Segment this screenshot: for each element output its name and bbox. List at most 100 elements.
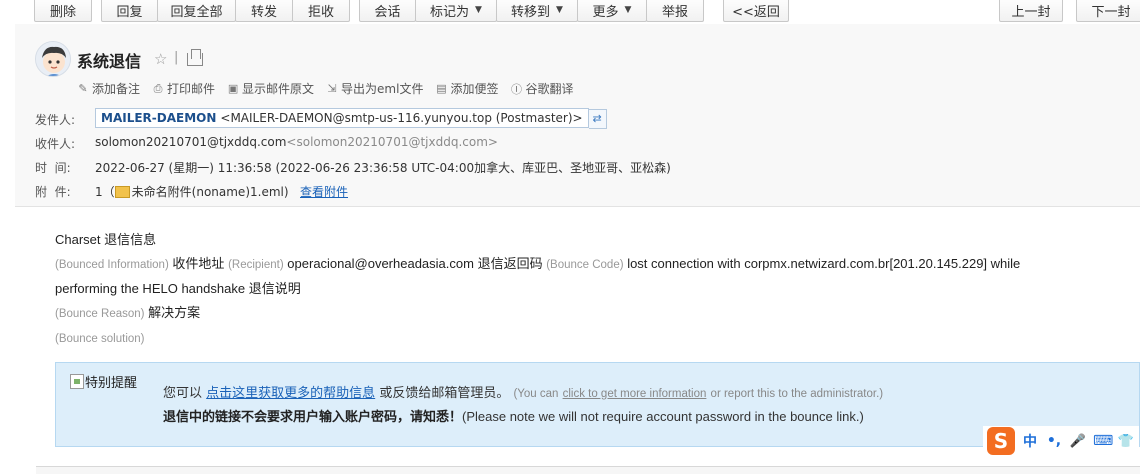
forward-button[interactable]: 转发 [235,0,293,22]
handshake-text: performing the HELO handshake [55,281,246,296]
bottom-scroll-area [36,466,1140,474]
broken-image-icon [70,374,84,389]
mail-header: 系统退信 ☆ | ✎ 添加备注 ⎙ 打印邮件 ▣ 显示邮件原文 ⇲ 导出为eml文件 ▤… [15,24,1140,207]
delete-button[interactable]: 删除 [34,0,92,22]
recipient-cn: 收件地址 [172,255,225,271]
source-icon: ▣ [227,82,239,95]
attachment-file-icon [114,186,130,198]
help-link-en[interactable]: click to get more information [563,388,707,400]
reply-all-button[interactable]: 回复全部 [157,0,236,22]
conversation-button[interactable]: 会话 [359,0,416,22]
export-eml-action[interactable]: ⇲ 导出为eml文件 [326,80,423,97]
view-attachment-link[interactable]: 查看附件 [300,185,348,199]
attachment-value: 1（ 未命名附件(noname)1.eml) 查看附件 [95,185,349,199]
ime-toolbar: S 中 •, 🎤 ⌨ 👕 [983,426,1139,456]
report-button[interactable]: 举报 [646,0,704,22]
more-button[interactable]: 更多 ▼ [577,0,647,22]
move-to-button[interactable]: 转移到 ▼ [496,0,578,22]
sender-box[interactable]: MAILER-DAEMON <MAILER-DAEMON@smtp-us-116.… [95,108,589,128]
attachment-count: 1 [95,185,103,199]
time-label: 时 间: [35,161,71,175]
recipient-en: (Recipient) [228,258,284,271]
skin-icon[interactable]: 👕 [1117,434,1135,449]
export-icon: ⇲ [327,82,337,95]
solution-en: (Bounce solution) [55,333,145,345]
bounce-code-value: lost connection with corpmx.netwizard.co… [627,255,1021,271]
to-value[interactable]: solomon20210701@tjxddq.com<solomon202107… [95,135,498,149]
mail-body: Charset 退信信息 (Bounced Information) 收件地址 … [55,228,1115,352]
bounced-info-en: (Bounced Information) [55,258,169,271]
dropdown-arrow-icon: ▼ [475,5,482,15]
show-source-label: 显示邮件原文 [242,82,315,96]
solution-cn: 解决方案 [148,304,201,320]
dropdown-arrow-icon: ▼ [556,5,563,15]
add-note-action[interactable]: ▤ 添加便签 [435,80,498,97]
star-icon[interactable]: ☆ [154,50,167,68]
recipient-name: solomon20210701@tjxddq.com [95,135,287,149]
note-icon: ▤ [436,82,447,95]
help-link[interactable]: 点击这里获取更多的帮助信息 [206,386,375,401]
back-label: <<返回 [732,4,780,20]
bounce-code-en: (Bounce Code) [546,258,624,271]
notice-image: 特别提醒 [70,372,137,391]
translate-icon: Ⓘ [510,82,522,96]
back-button[interactable]: <<返回 [723,0,789,22]
mail-toolbar: 删除 回复 回复全部 转发 拒收 会话 标记为 ▼ 转移到 ▼ 更多 ▼ 举报 <<返… [0,0,1140,24]
keyboard-icon[interactable]: ⌨ [1093,433,1113,449]
translate-action[interactable]: Ⓘ 谷歌翻译 [510,80,574,97]
reply-all-label: 回复全部 [170,4,223,20]
avatar-face-icon [36,42,70,76]
reject-label: 拒收 [307,4,334,20]
body-line-2: (Bounced Information) 收件地址 (Recipient) o… [55,252,1115,278]
time-value: 2022-06-27 (星期一) 11:36:58 (2022-06-26 23… [95,161,671,175]
pencil-icon: ✎ [78,82,88,95]
reply-button[interactable]: 回复 [101,0,158,22]
notice-warning-en: (Please note we will not require account… [462,409,864,424]
avatar[interactable] [35,41,71,77]
more-label: 更多 [592,4,619,20]
notice-suffix: 或反馈给邮箱管理员。 [379,386,510,401]
from-label: 发件人: [35,113,76,127]
divider: | [174,50,179,65]
microphone-icon[interactable]: 🎤 [1069,434,1087,449]
reason-cn: 退信说明 [248,281,301,296]
special-notice: 特别提醒 您可以 点击这里获取更多的帮助信息 或反馈给邮箱管理员。 (You c… [55,362,1140,447]
reject-button[interactable]: 拒收 [292,0,350,22]
body-line-3: performing the HELO handshake 退信说明 [55,277,1115,301]
printer-icon: ⎙ [153,81,163,95]
punctuation-icon[interactable]: •, [1045,433,1063,449]
bounce-code-cn: 退信返回码 [477,255,543,271]
mark-as-button[interactable]: 标记为 ▼ [415,0,497,22]
sender-address: <MAILER-DAEMON@smtp-us-116.yunyou.top (P… [220,111,583,125]
recipient-value: operacional@overheadasia.com [287,255,474,271]
mark-as-label: 标记为 [430,4,470,20]
reply-label: 回复 [116,4,143,20]
notice-en-prefix: (You can [513,388,559,400]
notice-line-2: 退信中的链接不会要求用户输入账户密码，请知悉！(Please note we w… [163,406,864,425]
add-note-label: 添加便签 [450,82,499,96]
ime-mode-toggle[interactable]: 中 [1021,431,1039,451]
mail-actions: ✎ 添加备注 ⎙ 打印邮件 ▣ 显示邮件原文 ⇲ 导出为eml文件 ▤ 添加便签 Ⓘ 谷歌翻… [77,80,574,97]
translate-label: 谷歌翻译 [525,82,574,96]
body-line-1: Charset 退信信息 [55,232,157,247]
report-label: 举报 [661,4,688,20]
attachment-name[interactable]: 未命名附件(noname)1.eml) [132,185,289,199]
next-mail-button[interactable]: 下一封 [1076,0,1140,22]
sogou-logo-icon[interactable]: S [987,427,1015,455]
sender-name: MAILER-DAEMON [101,111,217,125]
print-label: 打印邮件 [167,82,216,96]
prev-mail-button[interactable]: 上一封 [999,0,1063,22]
next-mail-label: 下一封 [1091,4,1131,20]
print-action[interactable]: ⎙ 打印邮件 [152,80,215,97]
add-remark-action[interactable]: ✎ 添加备注 [77,80,140,97]
swap-icon[interactable]: ⇄ [588,108,607,129]
forward-label: 转发 [250,4,277,20]
recipient-address: <solomon20210701@tjxddq.com> [286,135,498,149]
body-line-5: (Bounce solution) [55,326,1115,352]
reason-en: (Bounce Reason) [55,307,145,320]
move-to-label: 转移到 [511,4,551,20]
body-line-4: (Bounce Reason) 解决方案 [55,301,1115,327]
notice-en-suffix: or report this to the administrator.) [710,388,884,400]
show-source-action[interactable]: ▣ 显示邮件原文 [227,80,314,97]
share-icon[interactable] [187,49,203,66]
